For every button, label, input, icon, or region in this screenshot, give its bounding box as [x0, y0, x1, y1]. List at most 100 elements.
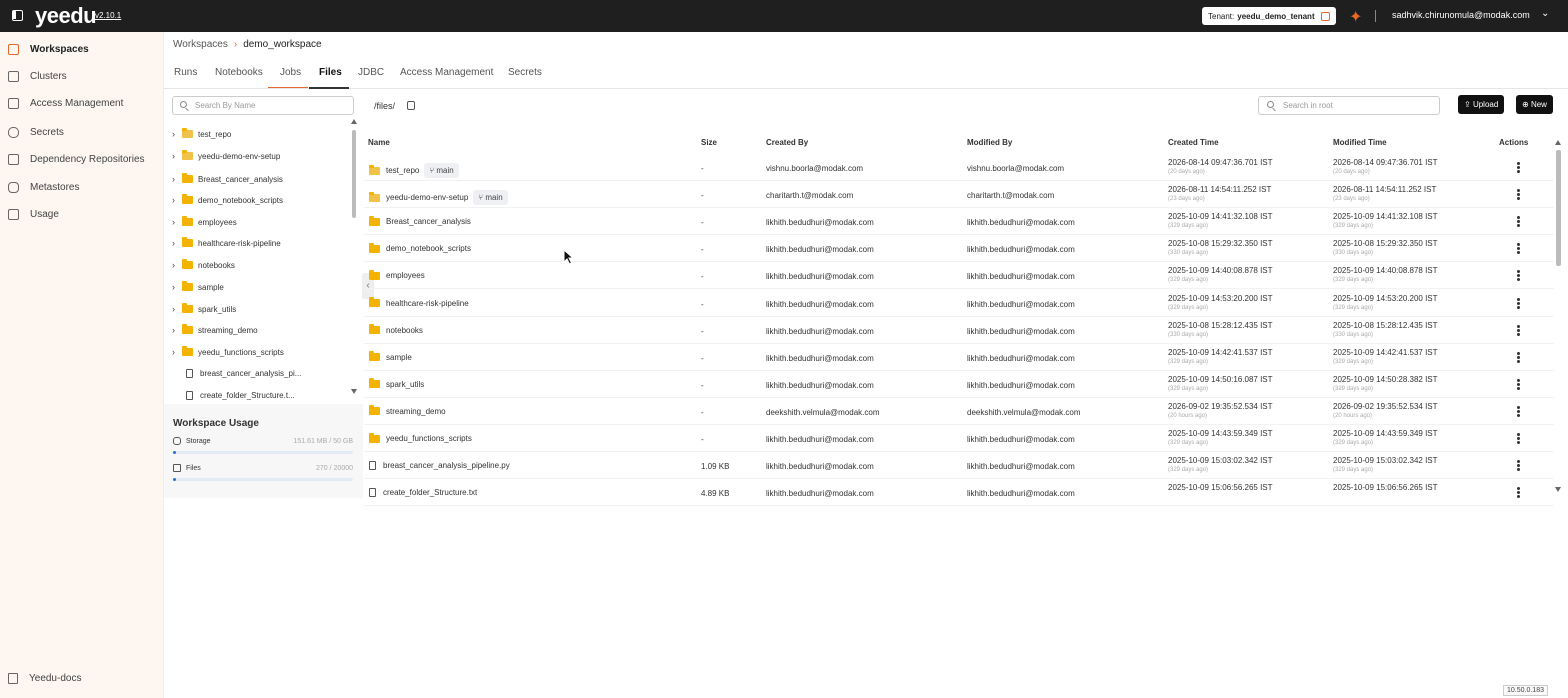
tree-item[interactable]: › yeedu_functions_scripts	[172, 345, 284, 359]
external-link-icon[interactable]	[1320, 11, 1330, 21]
row-actions-kebab-icon[interactable]	[1517, 216, 1520, 228]
file-name-cell[interactable]: create_folder_Structure.txt	[369, 488, 477, 498]
nav-item-dependency-repositories[interactable]: Dependency Repositories	[8, 150, 145, 168]
file-name-cell[interactable]: streaming_demo	[369, 405, 446, 416]
row-actions-kebab-icon[interactable]	[1517, 243, 1520, 255]
table-row[interactable]: employees - likhith.bedudhuri@modak.com lik…	[364, 262, 1554, 290]
branch-badge[interactable]: ⑂ main	[473, 190, 508, 206]
upload-button[interactable]: ⇪ Upload	[1458, 95, 1505, 114]
copy-icon[interactable]	[407, 101, 415, 110]
tab-notebooks[interactable]: Notebooks	[215, 67, 263, 78]
file-name-cell[interactable]: healthcare-risk-pipeline	[369, 297, 469, 308]
tree-item[interactable]: › streaming_demo	[172, 323, 258, 337]
breadcrumb-root[interactable]: Workspaces	[173, 39, 228, 50]
tenant-selector[interactable]: Tenant: yeedu_demo_tenant	[1202, 7, 1336, 25]
chevron-right-icon[interactable]: ›	[172, 282, 182, 292]
table-scrollbar[interactable]	[1556, 150, 1561, 266]
file-name-cell[interactable]: employees	[369, 269, 425, 280]
row-actions-kebab-icon[interactable]	[1517, 162, 1520, 173]
row-actions-kebab-icon[interactable]	[1517, 270, 1520, 282]
new-button[interactable]: ⊕ New	[1516, 95, 1553, 114]
version-link[interactable]: v2.10.1	[95, 11, 121, 20]
tree-item[interactable]: breast_cancer_analysis_pi...	[172, 366, 301, 380]
table-scroll-up-icon[interactable]	[1555, 140, 1561, 145]
tab-files[interactable]: Files	[319, 67, 342, 78]
branch-badge[interactable]: ⑂ main	[424, 163, 459, 178]
column-header-name[interactable]: Name	[368, 138, 390, 147]
tree-item[interactable]: › spark_utils	[172, 302, 236, 316]
yeedu-docs-link[interactable]: Yeedu-docs	[8, 673, 81, 684]
tree-item[interactable]: › test_repo	[172, 127, 231, 141]
nav-item-usage[interactable]: Usage	[8, 205, 59, 223]
yeedu-logo[interactable]: yeedu	[35, 3, 97, 29]
tree-item[interactable]: › yeedu-demo-env-setup	[172, 149, 280, 163]
table-row[interactable]: healthcare-risk-pipeline - likhith.bedudhu…	[364, 290, 1554, 317]
chevron-down-icon[interactable]: ⌄	[1541, 8, 1549, 19]
chevron-right-icon[interactable]: ›	[172, 195, 182, 205]
tree-scroll-down-icon[interactable]	[351, 389, 357, 394]
column-header-created-time[interactable]: Created Time	[1168, 138, 1219, 147]
row-actions-kebab-icon[interactable]	[1517, 433, 1520, 444]
table-row[interactable]: yeedu_functions_scripts - likhith.bedudhur…	[364, 425, 1554, 452]
tab-jdbc[interactable]: JDBC	[358, 67, 384, 78]
row-actions-kebab-icon[interactable]	[1517, 405, 1520, 417]
file-name-cell[interactable]: yeedu-demo-env-setup ⑂ main	[369, 190, 508, 206]
column-header-modified-time[interactable]: Modified Time	[1333, 138, 1387, 147]
column-header-created-by[interactable]: Created By	[766, 138, 808, 147]
chevron-right-icon[interactable]: ›	[172, 347, 182, 357]
file-name-cell[interactable]: test_repo ⑂ main	[369, 163, 459, 178]
ai-sparkle-icon[interactable]: ✦	[1349, 7, 1362, 27]
file-name-cell[interactable]: yeedu_functions_scripts	[369, 432, 472, 443]
chevron-right-icon[interactable]: ›	[172, 238, 182, 248]
table-row[interactable]: notebooks - likhith.bedudhuri@modak.com lik…	[364, 317, 1554, 344]
user-menu[interactable]: sadhvik.chirunomula@modak.com	[1392, 10, 1530, 20]
nav-item-metastores[interactable]: Metastores	[8, 178, 79, 196]
tree-scroll-up-icon[interactable]	[351, 119, 357, 124]
table-row[interactable]: streaming_demo - deekshith.velmula@modak.c…	[364, 398, 1554, 425]
tree-item[interactable]: › notebooks	[172, 258, 235, 272]
row-actions-kebab-icon[interactable]	[1517, 297, 1520, 309]
file-name-cell[interactable]: breast_cancer_analysis_pipeline.py	[369, 461, 510, 471]
tab-jobs[interactable]: Jobs	[280, 67, 301, 78]
file-name-cell[interactable]: Breast_cancer_analysis	[369, 215, 471, 226]
row-actions-kebab-icon[interactable]	[1517, 189, 1520, 201]
chevron-right-icon[interactable]: ›	[172, 304, 182, 314]
table-row[interactable]: spark_utils - likhith.bedudhuri@modak.com l…	[364, 371, 1554, 398]
table-row[interactable]: breast_cancer_analysis_pipeline.py 1.09 K…	[364, 452, 1554, 480]
tree-search-input[interactable]: Search By Name	[172, 96, 354, 115]
chevron-right-icon[interactable]: ›	[172, 217, 182, 227]
chevron-right-icon[interactable]: ›	[172, 151, 182, 161]
tree-item[interactable]: › sample	[172, 280, 224, 294]
tab-runs[interactable]: Runs	[174, 67, 197, 78]
chevron-right-icon[interactable]: ›	[172, 129, 182, 139]
row-actions-kebab-icon[interactable]	[1517, 324, 1520, 336]
sidebar-toggle-icon[interactable]	[12, 10, 23, 21]
file-name-cell[interactable]: demo_notebook_scripts	[369, 242, 471, 253]
nav-item-access-management[interactable]: Access Management	[8, 94, 123, 112]
file-name-cell[interactable]: notebooks	[369, 324, 423, 335]
table-scroll-down-icon[interactable]	[1555, 487, 1561, 492]
row-actions-kebab-icon[interactable]	[1517, 351, 1520, 363]
row-actions-kebab-icon[interactable]	[1517, 460, 1520, 472]
nav-item-workspaces[interactable]: Workspaces	[8, 40, 89, 58]
tree-item[interactable]: › employees	[172, 215, 237, 229]
file-name-cell[interactable]: sample	[369, 351, 412, 362]
table-row[interactable]: Breast_cancer_analysis - likhith.bedudhuri…	[364, 208, 1554, 236]
tab-access-management[interactable]: Access Management	[400, 67, 493, 78]
column-header-modified-by[interactable]: Modified By	[967, 138, 1012, 147]
chevron-right-icon[interactable]: ›	[172, 174, 182, 184]
tree-item[interactable]: create_folder_Structure.t...	[172, 388, 295, 402]
row-actions-kebab-icon[interactable]	[1517, 378, 1520, 390]
chevron-right-icon[interactable]: ›	[172, 260, 182, 270]
tree-item[interactable]: › demo_notebook_scripts	[172, 193, 283, 207]
table-row[interactable]: test_repo ⑂ main - vishnu.boorla@modak.com v…	[364, 154, 1554, 181]
column-header-size[interactable]: Size	[701, 138, 717, 147]
table-row[interactable]: create_folder_Structure.txt 4.89 KB likhit…	[364, 479, 1554, 507]
table-row[interactable]: sample - likhith.bedudhuri@modak.com likhit…	[364, 344, 1554, 371]
tree-item[interactable]: › healthcare-risk-pipeline	[172, 236, 281, 250]
file-name-cell[interactable]: spark_utils	[369, 378, 424, 389]
tab-secrets[interactable]: Secrets	[508, 67, 542, 78]
chevron-right-icon[interactable]: ›	[172, 325, 182, 335]
root-search-input[interactable]: Search in root	[1258, 96, 1440, 115]
row-actions-kebab-icon[interactable]	[1517, 487, 1520, 499]
